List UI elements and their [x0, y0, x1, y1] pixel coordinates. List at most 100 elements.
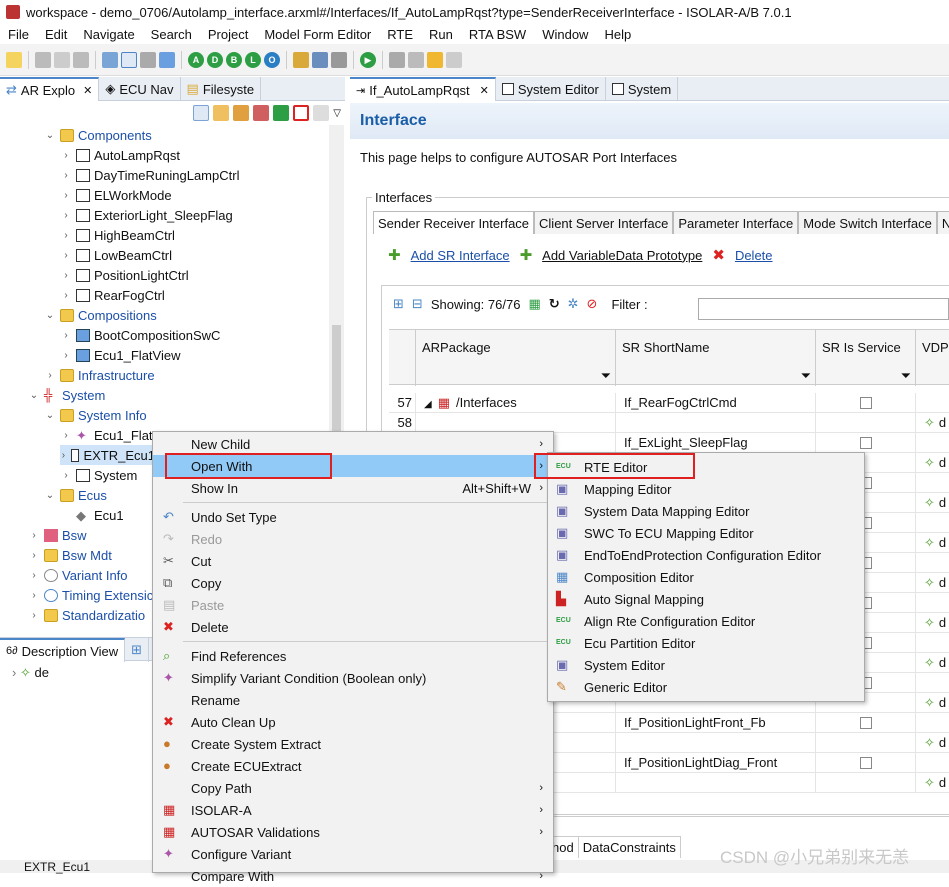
close-icon[interactable]: ✕ — [83, 84, 92, 97]
vdp-cell[interactable]: ✧ d — [915, 573, 949, 593]
is-service-checkbox[interactable] — [860, 717, 872, 729]
tree-node[interactable]: › HighBeamCtrl — [60, 225, 175, 245]
menu-item-redo[interactable]: ↷ Redo — [153, 528, 553, 550]
table-row[interactable]: 58 ✧ d — [389, 413, 949, 433]
is-service-checkbox[interactable] — [860, 397, 872, 409]
filter-input[interactable] — [698, 298, 949, 320]
tree-node[interactable]: › ExteriorLight_SleepFlag — [60, 205, 232, 225]
tools-icon[interactable] — [331, 51, 347, 68]
menu-item-cut[interactable]: ✂ Cut — [153, 550, 553, 572]
tab-parameter[interactable]: Parameter Interface — [673, 211, 799, 234]
tree-node[interactable]: › BootCompositionSwC — [60, 325, 220, 345]
tab-filesystem[interactable]: ▤ Filesyste — [181, 77, 262, 101]
vdp-cell[interactable] — [915, 593, 949, 613]
open-with-system-editor[interactable]: ▣ System Editor — [548, 654, 864, 676]
expand-all-icon[interactable]: ⊞ — [393, 296, 404, 312]
menu-help[interactable]: Help — [596, 27, 639, 42]
menu-item-find-references[interactable]: ⌕ Find References — [153, 645, 553, 667]
tab-sender-receiver[interactable]: Sender Receiver Interface — [373, 211, 535, 234]
save-icon[interactable] — [35, 51, 51, 68]
menu-item-copy-path[interactable]: Copy Path › — [153, 777, 553, 799]
expand-arrow-icon[interactable]: ◢ — [424, 399, 432, 410]
pin-icon[interactable] — [313, 105, 330, 121]
vdp-cell[interactable]: ✧ d — [915, 693, 949, 713]
vdp-cell[interactable]: ✧ d — [915, 493, 949, 513]
vdp-cell[interactable] — [915, 473, 949, 493]
grid-icon[interactable] — [293, 51, 309, 68]
menu-project[interactable]: Project — [200, 27, 256, 42]
vdp-cell[interactable] — [915, 713, 949, 733]
c-icon[interactable] — [293, 105, 310, 121]
d-icon[interactable]: D — [207, 51, 223, 68]
refresh-icon[interactable]: ↻ — [549, 296, 560, 312]
save-all-icon[interactable] — [54, 51, 70, 68]
filter-icon[interactable] — [233, 105, 250, 121]
grid2-icon[interactable] — [253, 105, 270, 121]
is-service-cell[interactable] — [815, 713, 915, 733]
back-icon[interactable] — [427, 51, 443, 68]
filter-funnel-icon[interactable]: ⏷ — [601, 368, 611, 384]
menu-rte[interactable]: RTE — [379, 27, 421, 42]
is-service-checkbox[interactable] — [860, 437, 872, 449]
is-service-cell[interactable] — [815, 393, 915, 413]
tree-node[interactable]: ⌄ System Info — [44, 405, 147, 425]
shortname-cell[interactable] — [615, 733, 815, 753]
tab-data-constraints[interactable]: DataConstraints — [579, 837, 681, 858]
vdp-cell[interactable]: ✧ d — [915, 413, 949, 433]
tree-node[interactable]: › PositionLightCtrl — [60, 265, 188, 285]
vdp-cell[interactable] — [915, 393, 949, 413]
shortname-cell[interactable]: If_ExLight_SleepFlag — [615, 433, 815, 453]
a-icon[interactable]: A — [188, 51, 204, 68]
column-header[interactable]: ARPackage ⏷ — [415, 330, 615, 386]
package-cell[interactable] — [415, 413, 615, 433]
is-service-cell[interactable] — [815, 733, 915, 753]
tab-client-server[interactable]: Client Server Interface — [534, 211, 674, 234]
open-with-composition-editor[interactable]: ▦ Composition Editor — [548, 566, 864, 588]
package-cell[interactable]: ◢ ▦/Interfaces — [415, 393, 615, 413]
filter-funnel-icon[interactable]: ⏷ — [901, 368, 911, 384]
open-with-auto-signal-mapping[interactable]: ▙ Auto Signal Mapping — [548, 588, 864, 610]
tree-node[interactable]: › Ecu1_FlatView — [60, 345, 180, 365]
shortname-cell[interactable] — [615, 773, 815, 793]
menu-item-create-ecuextract[interactable]: ● Create ECUExtract — [153, 755, 553, 777]
menu-item-paste[interactable]: ▤ Paste — [153, 594, 553, 616]
r-icon[interactable] — [312, 51, 328, 68]
open-with-swc-to-ecu-mapping-editor[interactable]: ▣ SWC To ECU Mapping Editor — [548, 522, 864, 544]
menu-item-copy[interactable]: ⧉ Copy — [153, 572, 553, 594]
tree-node[interactable]: ⌄ Ecus — [44, 485, 107, 505]
tab-if-autolamprqst[interactable]: ⇥ If_AutoLampRqst ✕ — [350, 77, 496, 101]
tree-node[interactable]: › AutoLampRqst — [60, 145, 180, 165]
tree-node[interactable]: › LowBeamCtrl — [60, 245, 172, 265]
link-icon[interactable] — [121, 51, 137, 68]
description-item[interactable]: › ✧ de — [12, 665, 49, 681]
menu-item-isolar-a[interactable]: ▦ ISOLAR-A › — [153, 799, 553, 821]
tab-other-view[interactable]: ⊞ — [125, 638, 150, 662]
settings-icon[interactable]: ✲ — [568, 296, 579, 312]
vdp-cell[interactable] — [915, 673, 949, 693]
delete-link[interactable]: Delete — [735, 248, 773, 263]
column-header[interactable]: VDP — [915, 330, 949, 386]
nav-icon[interactable] — [389, 51, 405, 68]
vdp-cell[interactable]: ✧ d — [915, 533, 949, 553]
filter-funnel-icon[interactable]: ⏷ — [801, 368, 811, 384]
open-with-generic-editor[interactable]: ✎ Generic Editor — [548, 676, 864, 698]
menu-run[interactable]: Run — [421, 27, 461, 42]
close-icon[interactable]: ✕ — [480, 84, 489, 97]
menu-item-undo-set-type[interactable]: ↶ Undo Set Type — [153, 506, 553, 528]
menu-search[interactable]: Search — [143, 27, 200, 42]
vdp-cell[interactable] — [915, 753, 949, 773]
tree-node[interactable]: › RearFogCtrl — [60, 285, 164, 305]
b-icon[interactable]: B — [226, 51, 242, 68]
menu-item-autosar-validations[interactable]: ▦ AUTOSAR Validations › — [153, 821, 553, 843]
menu-model-form-editor[interactable]: Model Form Editor — [256, 27, 379, 42]
tool-icon[interactable] — [140, 51, 156, 68]
vdp-cell[interactable] — [915, 633, 949, 653]
tree-node[interactable]: › DayTimeRuningLampCtrl — [60, 165, 239, 185]
table-row[interactable]: 57 ◢ ▦/Interfaces If_RearFogCtrlCmd — [389, 393, 949, 413]
l-icon[interactable]: L — [245, 51, 261, 68]
nav2-icon[interactable] — [408, 51, 424, 68]
tree-node[interactable]: › ✦ Ecu1_FlatV — [60, 425, 161, 445]
add-sr-interface-link[interactable]: Add SR Interface — [411, 248, 510, 263]
add-vdp-link[interactable]: Add VariableData Prototype — [542, 248, 702, 263]
menu-item-auto-clean-up[interactable]: ✖ Auto Clean Up — [153, 711, 553, 733]
